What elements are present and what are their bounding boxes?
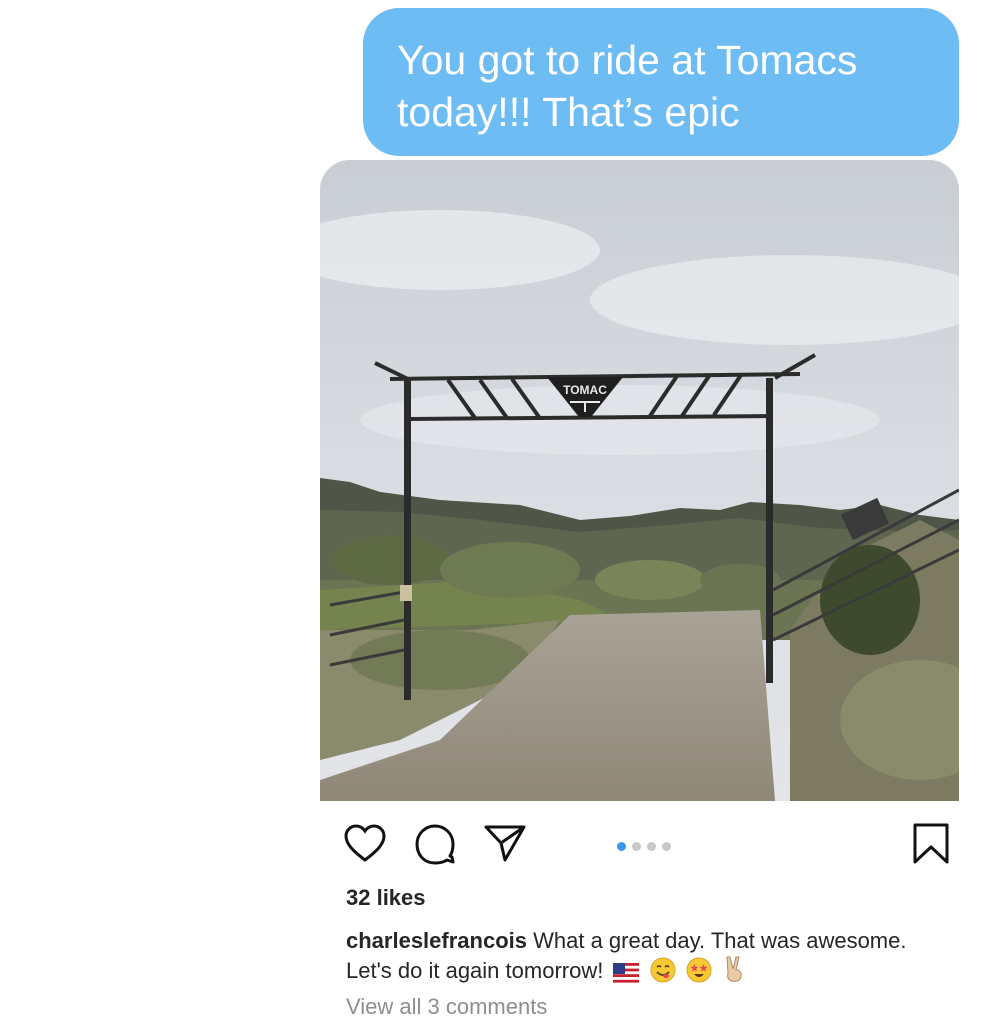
post-caption: charleslefrancois What a great day. That… (346, 927, 916, 990)
gate-sign-text: TOMAC (563, 383, 607, 397)
bookmark-icon (913, 823, 949, 864)
likes-count[interactable]: 32 likes (346, 885, 426, 911)
save-button[interactable] (910, 822, 952, 866)
carousel-dot (632, 842, 641, 852)
view-comments-link[interactable]: View all 3 comments (346, 994, 547, 1020)
gate-photo: TOMAC (320, 160, 959, 801)
post-image[interactable]: TOMAC (320, 160, 959, 801)
like-button[interactable] (343, 823, 387, 863)
paper-plane-icon (484, 825, 526, 862)
carousel-dot (617, 842, 626, 852)
message-line-1: You got to ride at Tomacs (397, 37, 858, 83)
heart-icon (344, 824, 386, 862)
message-bubble: You got to ride at Tomacs today!!! That’… (363, 8, 959, 156)
caption-username[interactable]: charleslefrancois (346, 928, 527, 953)
flag-us-emoji (613, 962, 640, 990)
victory-hand-emoji (722, 955, 748, 990)
comment-button[interactable] (413, 823, 457, 865)
star-struck-emoji (686, 957, 712, 990)
share-button[interactable] (483, 823, 527, 863)
carousel-indicator (617, 838, 677, 852)
yum-face-emoji (650, 957, 676, 990)
comment-icon (415, 824, 455, 865)
message-line-2: today!!! That’s epic (397, 89, 740, 135)
carousel-dot (647, 842, 656, 852)
carousel-dot (662, 842, 671, 852)
